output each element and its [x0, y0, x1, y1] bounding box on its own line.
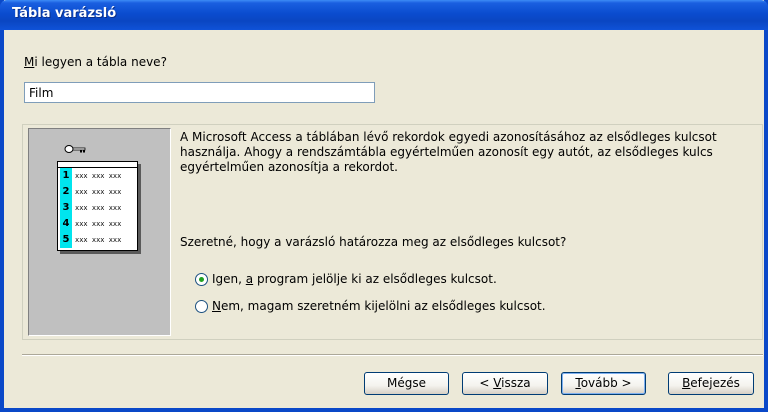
key-icon [64, 145, 86, 153]
grid-row: 2 xxx xxx xxx [58, 184, 137, 200]
grid-row: 5 xxx xxx xxx [58, 232, 137, 248]
grid-row-cells: xxx xxx xxx [75, 204, 122, 212]
radio-manual-key-button[interactable] [195, 299, 208, 313]
grid-row-cells: xxx xxx xxx [75, 220, 122, 228]
radio-manual-key[interactable]: Nem, magam szeretném kijelölni az elsődl… [195, 299, 546, 313]
grid-row-number: 4 [60, 216, 72, 232]
primary-key-illustration: 1 xxx xxx xxx 2 xxx xxx xxx 3 xxx xxx xxx 4 xxx… [28, 128, 171, 336]
table-name-label: Mi legyen a tábla neve? [24, 55, 167, 69]
grid-row-number: 2 [60, 184, 72, 200]
grid-row-cells: xxx xxx xxx [75, 172, 122, 180]
table-grid-icon: 1 xxx xxx xxx 2 xxx xxx xxx 3 xxx xxx xxx 4 xxx… [57, 161, 138, 251]
radio-manual-key-label[interactable]: Nem, magam szeretném kijelölni az elsődl… [212, 299, 546, 313]
back-button[interactable]: < Vissza [462, 372, 548, 395]
next-button[interactable]: Tovább > [561, 372, 646, 395]
radio-auto-key-label[interactable]: Igen, a program jelölje ki az elsődleges… [212, 272, 497, 286]
grid-row-cells: xxx xxx xxx [75, 188, 122, 196]
grid-row-cells: xxx xxx xxx [75, 236, 122, 244]
primary-key-description: A Microsoft Access a táblában lévő rekor… [180, 130, 717, 174]
radio-auto-key-button[interactable] [195, 272, 208, 286]
grid-row: 4 xxx xxx xxx [58, 216, 137, 232]
table-wizard-dialog: Tábla varázsló Mi legyen a tábla neve? 1… [0, 0, 768, 412]
grid-row: 1 xxx xxx xxx [58, 168, 137, 184]
grid-row-number: 1 [60, 168, 72, 184]
grid-row-number: 3 [60, 200, 72, 216]
window-title: Tábla varázsló [12, 6, 117, 21]
table-name-input[interactable] [24, 82, 375, 103]
cancel-button[interactable]: Mégse [364, 372, 449, 395]
finish-button[interactable]: Befejezés [668, 372, 754, 395]
grid-row-number: 5 [60, 232, 72, 248]
primary-key-question: Szeretné, hogy a varázsló határozza meg … [180, 235, 567, 249]
radio-auto-key[interactable]: Igen, a program jelölje ki az elsődleges… [195, 272, 497, 286]
title-bar[interactable]: Tábla varázsló [0, 0, 768, 30]
divider [22, 354, 763, 356]
grid-row: 3 xxx xxx xxx [58, 200, 137, 216]
